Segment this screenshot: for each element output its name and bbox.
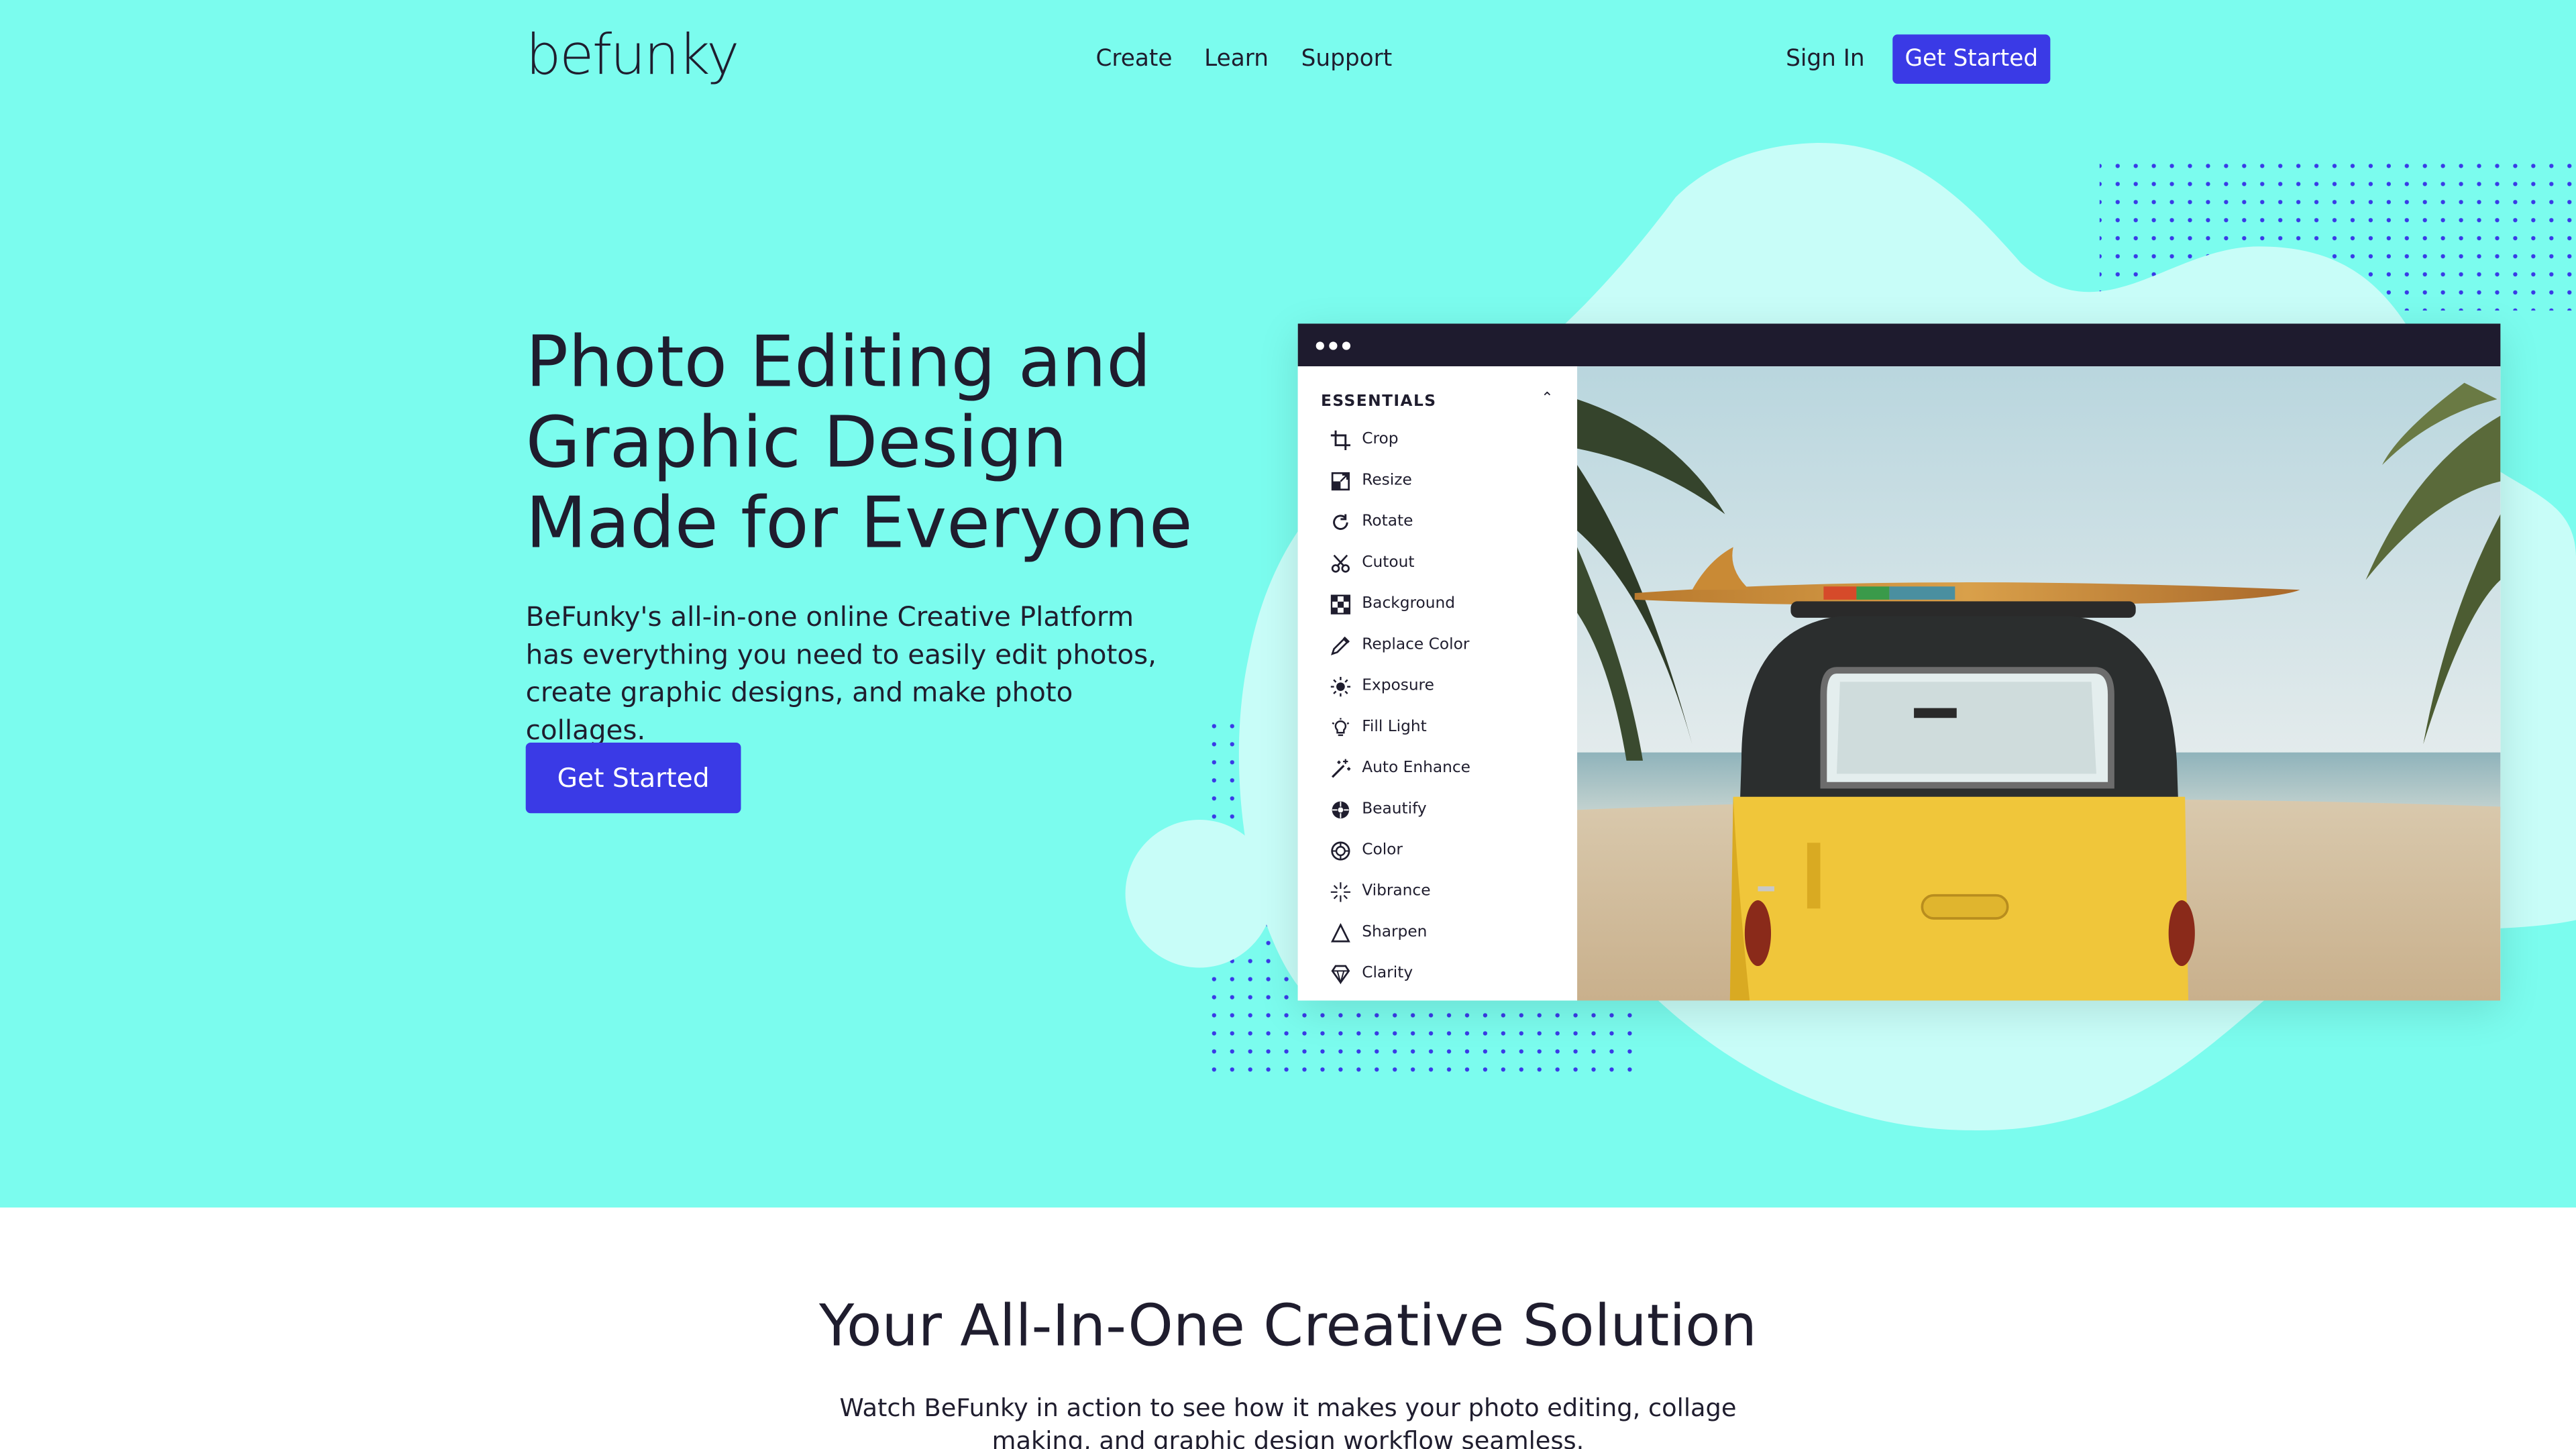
tool-beautify[interactable]: Beautify <box>1331 798 1427 821</box>
tool-color[interactable]: Color <box>1331 839 1403 862</box>
dot-grid-bottom <box>1205 992 1633 1075</box>
tool-cutout[interactable]: Cutout <box>1331 552 1415 575</box>
tool-label: Color <box>1362 841 1403 859</box>
tool-label: Cutout <box>1362 553 1415 572</box>
editor-mockup: ESSENTIALS ⌃ Crop Resize Rotate Cutout B… <box>1297 323 2501 1001</box>
tool-label: Beautify <box>1362 800 1427 818</box>
tool-fill-light[interactable]: Fill Light <box>1331 716 1427 739</box>
tool-sharpen[interactable]: Sharpen <box>1330 922 1428 945</box>
tool-label: Vibrance <box>1362 882 1431 901</box>
tool-label: Background <box>1362 594 1456 613</box>
tool-resize[interactable]: Resize <box>1331 470 1412 492</box>
befunky-logo[interactable]: befunky <box>526 23 740 89</box>
diamond-icon <box>1331 965 1350 984</box>
crop-icon <box>1330 430 1351 451</box>
flower-icon <box>1332 801 1350 819</box>
essentials-header[interactable]: ESSENTIALS <box>1321 392 1437 411</box>
chevron-up-icon[interactable]: ⌃ <box>1541 391 1553 407</box>
nav-learn-link[interactable]: Learn <box>1204 43 1269 76</box>
tool-label: Crop <box>1362 430 1399 449</box>
tool-rotate[interactable]: Rotate <box>1331 511 1413 534</box>
window-dot-icon <box>1316 341 1324 350</box>
scissors-icon <box>1331 554 1350 573</box>
lightbulb-icon <box>1332 718 1350 737</box>
resize-icon <box>1331 472 1350 491</box>
tool-label: Rotate <box>1362 513 1413 531</box>
magic-wand-icon <box>1332 759 1351 778</box>
tool-label: Clarity <box>1362 964 1413 983</box>
rotate-icon <box>1333 514 1348 530</box>
sparkle-icon <box>1330 882 1351 902</box>
section-subtitle: Watch BeFunky in action to see how it ma… <box>839 1393 1737 1449</box>
tool-label: Replace Color <box>1362 635 1470 654</box>
window-dot-icon <box>1329 341 1338 350</box>
section-title: Your All-In-One Creative Solution <box>819 1294 1757 1360</box>
tool-exposure[interactable]: Exposure <box>1330 676 1434 698</box>
sun-icon <box>1330 676 1351 697</box>
tool-label: Resize <box>1362 471 1412 490</box>
get-started-nav-button[interactable]: Get Started <box>1892 34 2051 84</box>
hero-subtext: BeFunky's all-in-one online Creative Pla… <box>525 601 1157 746</box>
small-circle-blob <box>1125 820 1273 968</box>
logo-wordmark: befunky <box>525 23 740 89</box>
color-wheel-icon <box>1331 841 1350 861</box>
tool-clarity[interactable]: Clarity <box>1331 963 1413 985</box>
hero-headline: Photo Editing and Graphic Design Made fo… <box>525 322 1193 566</box>
sign-in-link[interactable]: Sign In <box>1786 43 1865 76</box>
tool-label: Auto Enhance <box>1362 759 1470 777</box>
page: befunky Create Learn Support Sign In Get… <box>0 0 2576 1449</box>
eyedropper-icon <box>1331 636 1350 655</box>
tool-background[interactable]: Background <box>1330 593 1456 616</box>
tool-vibrance[interactable]: Vibrance <box>1330 881 1431 904</box>
editor-titlebar <box>1297 323 2501 367</box>
tool-label: Fill Light <box>1362 718 1427 737</box>
checkerboard-icon <box>1330 594 1351 614</box>
hero-section: befunky Create Learn Support Sign In Get… <box>0 0 2576 1208</box>
window-dot-icon <box>1342 341 1351 350</box>
tool-auto-enhance[interactable]: Auto Enhance <box>1331 757 1470 780</box>
get-started-hero-button[interactable]: Get Started <box>525 742 741 814</box>
tool-replace-color[interactable]: Replace Color <box>1331 634 1470 657</box>
essentials-panel: ESSENTIALS ⌃ Crop Resize Rotate Cutout B… <box>1297 366 1579 1001</box>
tool-label: Sharpen <box>1362 923 1428 942</box>
nav-support-link[interactable]: Support <box>1301 43 1393 76</box>
tool-crop[interactable]: Crop <box>1330 429 1399 451</box>
triangle-icon <box>1330 923 1350 943</box>
beach-van-photo <box>1577 366 2501 1001</box>
nav-create-link[interactable]: Create <box>1095 43 1172 76</box>
tool-label: Exposure <box>1362 676 1434 695</box>
